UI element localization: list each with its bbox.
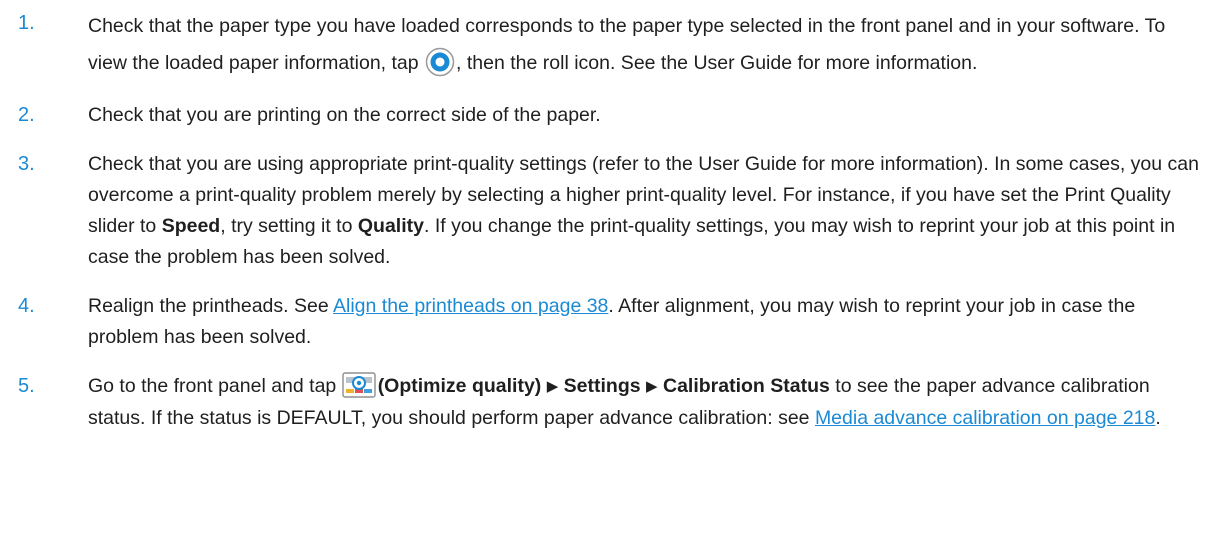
optimize-quality-label: (Optimize quality) [377,375,542,397]
step-text: Check that the paper type you have loade… [88,8,1208,82]
menu-arrow-icon: ▶ [546,378,559,395]
troubleshooting-steps: 1. Check that the paper type you have lo… [18,8,1208,452]
menu-arrow-icon: ▶ [646,378,658,395]
align-printheads-link[interactable]: Align the printheads on page 38 [333,295,608,317]
step-2: 2. Check that you are printing on the co… [18,100,1208,131]
step-text-part: Realign the printheads. See [88,295,329,317]
step-4: 4. Realign the printheads. See Align the… [18,291,1208,353]
paper-info-target-icon [425,47,455,77]
step-text: Go to the front panel and tap (Optimize … [88,371,1208,434]
calibration-status-label: Calibration Status [663,375,830,397]
settings-menu-label: Settings [563,375,641,397]
step-text: Check that you are using appropriate pri… [88,149,1208,273]
step-number: 5. [18,375,35,397]
step-number: 1. [18,12,35,34]
step-text-part: Go to the front panel and tap [88,375,337,397]
step-text-part: Check that you are printing on the corre… [88,104,601,126]
step-text: Realign the printheads. See Align the pr… [88,291,1208,353]
optimize-quality-icon [341,372,376,398]
step-text-part: , try setting it to [220,215,353,237]
quality-setting-label: Quality [357,215,424,237]
media-advance-calibration-link[interactable]: Media advance calibration on page 218 [815,407,1155,429]
step-number: 4. [18,295,35,317]
step-3: 3. Check that you are using appropriate … [18,149,1208,273]
step-5: 5. Go to the front panel and tap (Optimi… [18,371,1208,434]
step-text: Check that you are printing on the corre… [88,100,1208,131]
step-1: 1. Check that the paper type you have lo… [18,8,1208,82]
speed-setting-label: Speed [161,215,221,237]
step-text-part: . [1155,407,1161,429]
step-text-part: , then the roll icon. See the User Guide… [456,52,978,74]
step-number: 3. [18,153,35,175]
step-number: 2. [18,104,35,126]
